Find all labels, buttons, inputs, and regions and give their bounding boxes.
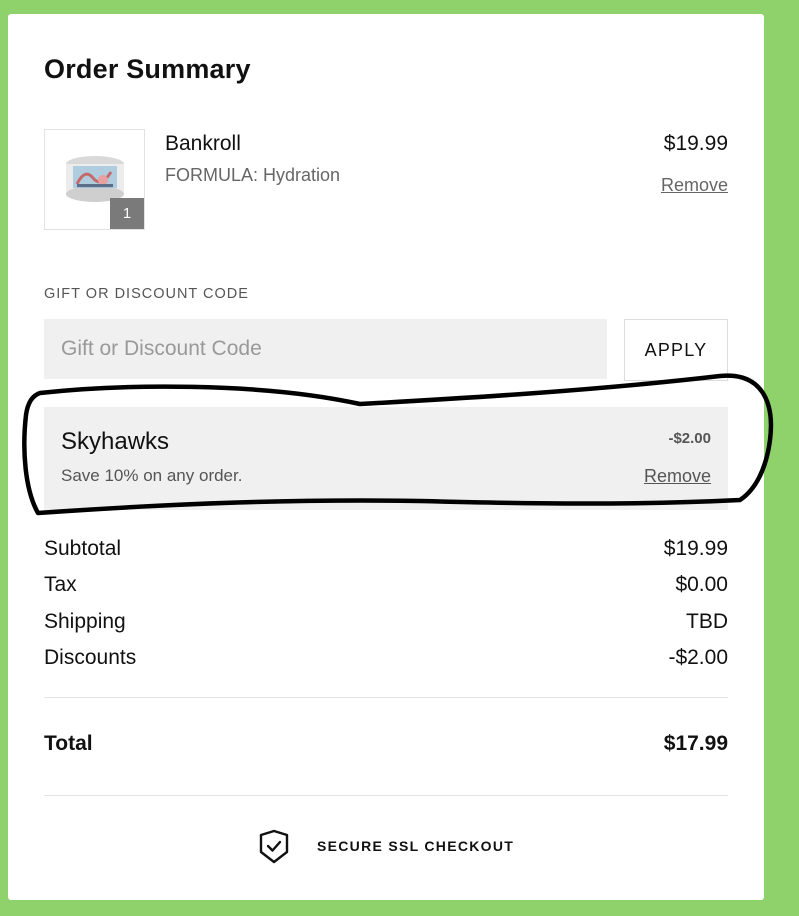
discount-section-label: GIFT OR DISCOUNT CODE [44,286,249,302]
shipping-value: TBD [686,610,728,633]
apply-button[interactable]: APPLY [624,319,728,381]
remove-discount-link[interactable]: Remove [644,466,711,487]
footer-divider [44,795,728,796]
tax-value: $0.00 [675,573,728,596]
product-jar-icon [66,156,124,202]
quantity-badge: 1 [110,198,144,229]
shipping-label: Shipping [44,610,126,633]
shield-check-icon [259,829,289,864]
discount-name: Skyhawks [61,428,170,455]
total-value: $17.99 [663,732,728,755]
totals-divider [44,697,728,698]
product-name: Bankroll [165,132,241,155]
discount-description: Save 10% on any order. [61,466,243,485]
discount-amount: -$2.00 [668,430,711,447]
total-label: Total [44,732,93,755]
product-thumbnail: 1 [44,129,145,230]
secure-checkout-label: SECURE SSL CHECKOUT [317,838,515,854]
product-price: $19.99 [663,132,728,155]
applied-discount: Skyhawks Save 10% on any order. -$2.00 R… [44,407,728,510]
subtotal-label: Subtotal [44,537,122,560]
page-title: Order Summary [44,54,251,84]
discounts-label: Discounts [44,646,137,669]
subtotal-value: $19.99 [663,537,728,560]
tax-label: Tax [44,573,77,596]
order-summary-card: Order Summary 1 Bankroll FORMULA: Hydrat… [8,14,764,900]
discount-code-input[interactable] [44,319,607,379]
remove-item-link[interactable]: Remove [661,175,728,196]
discounts-value: -$2.00 [668,646,728,669]
product-option: FORMULA: Hydration [165,165,341,185]
